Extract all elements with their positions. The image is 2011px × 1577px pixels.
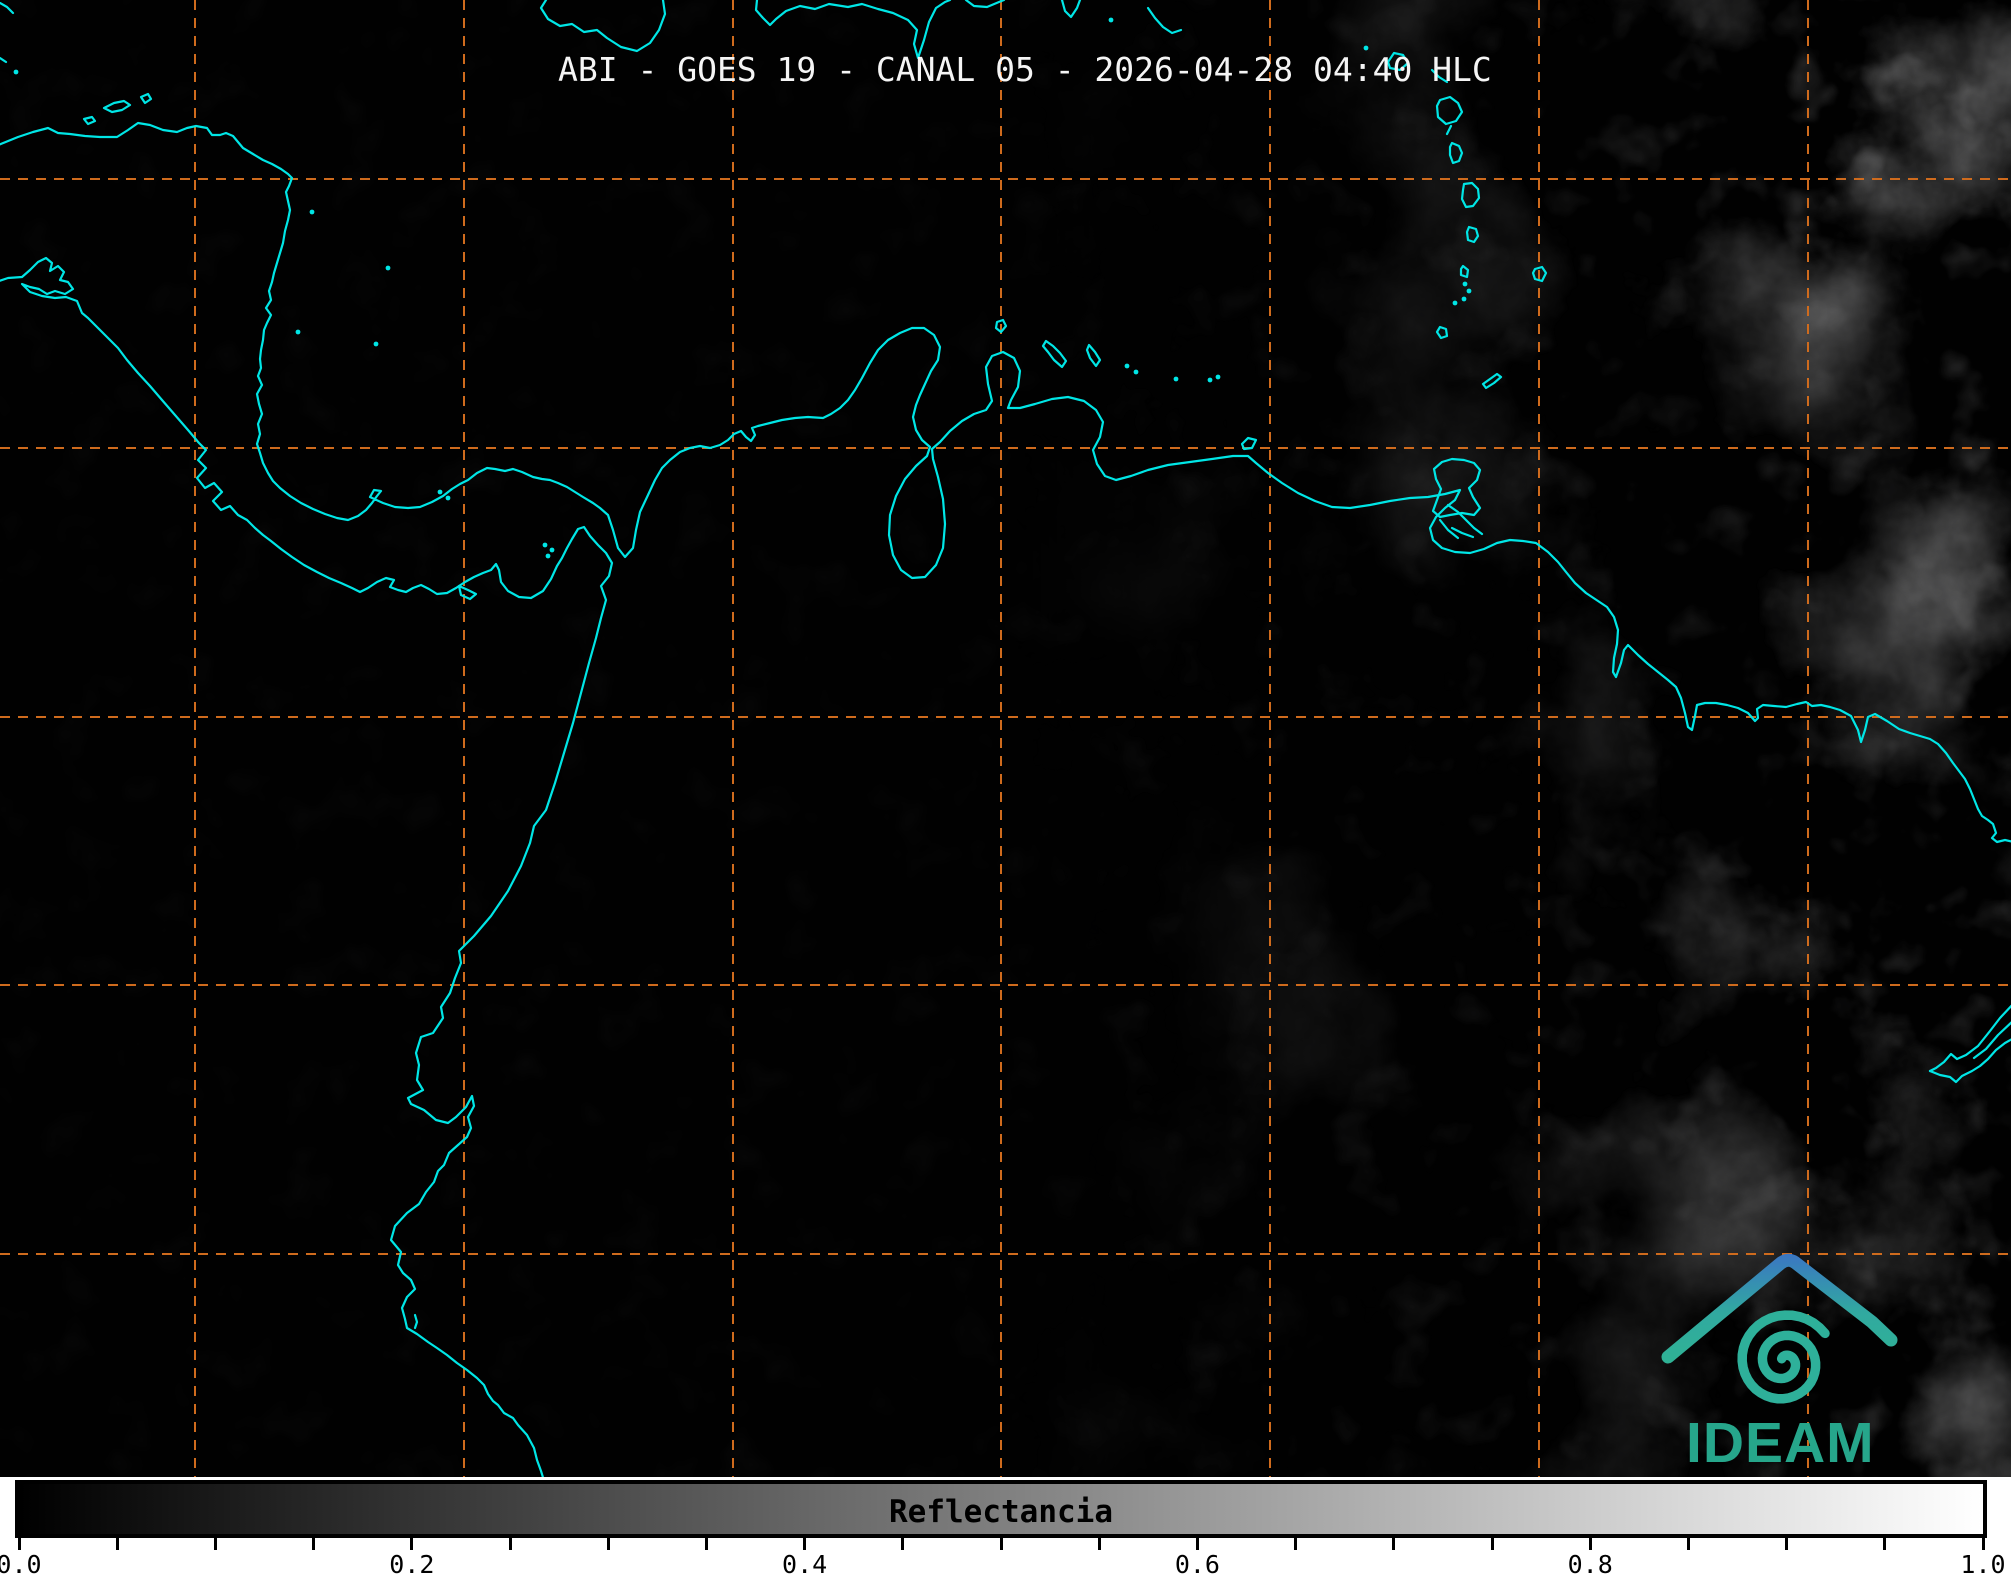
islet-dot — [373, 341, 379, 347]
colorbar-tick-label: 1.0 — [1960, 1550, 2006, 1577]
colorbar-tick — [1981, 1538, 1985, 1550]
islet-dot — [295, 329, 301, 335]
islet-dot — [549, 547, 555, 553]
islet-dot — [542, 542, 548, 548]
islet-dot — [437, 489, 443, 495]
satellite-map: ABI - GOES 19 - CANAL 05 - 2026-04-28 04… — [0, 0, 2011, 1477]
islet-dot — [385, 265, 391, 271]
islet-dot — [445, 495, 451, 501]
islet-dot — [1173, 376, 1179, 382]
satellite-image-viewer: ABI - GOES 19 - CANAL 05 - 2026-04-28 04… — [0, 0, 2011, 1577]
colorbar-tick — [1195, 1538, 1199, 1550]
colorbar-tick — [1392, 1538, 1396, 1550]
islet-dot — [1215, 374, 1221, 380]
ideam-logo-text: IDEAM — [1686, 1411, 1875, 1475]
colorbar-tick — [999, 1538, 1003, 1550]
colorbar-tick — [901, 1538, 905, 1550]
islet-dot — [1462, 281, 1468, 287]
islet-dot — [545, 553, 551, 559]
image-title: ABI - GOES 19 - CANAL 05 - 2026-04-28 04… — [558, 50, 1492, 89]
colorbar-tick — [410, 1538, 414, 1550]
islet-dot — [1207, 377, 1213, 383]
islet-dot — [1452, 300, 1458, 306]
colorbar-tick — [704, 1538, 708, 1550]
colorbar-gradient: Reflectancia — [15, 1480, 1987, 1538]
islet-dot — [13, 69, 19, 75]
colorbar-tick-label: 0.6 — [1174, 1550, 1220, 1577]
colorbar-tick-label: 0.2 — [389, 1550, 435, 1577]
colorbar-tick — [1294, 1538, 1298, 1550]
map-area: ABI - GOES 19 - CANAL 05 - 2026-04-28 04… — [0, 0, 2011, 1477]
colorbar-tick — [606, 1538, 610, 1550]
colorbar-tick-label: 0.8 — [1567, 1550, 1613, 1577]
colorbar-tick — [508, 1538, 512, 1550]
colorbar-tick — [115, 1538, 119, 1550]
colorbar-tick — [312, 1538, 316, 1550]
islet-dot — [1466, 288, 1472, 294]
colorbar-tick — [1588, 1538, 1592, 1550]
islet-dot — [1461, 296, 1467, 302]
colorbar-tick-label: 0.4 — [782, 1550, 828, 1577]
colorbar-tick — [17, 1538, 21, 1550]
islet-dot — [1133, 369, 1139, 375]
colorbar-tick — [1785, 1538, 1789, 1550]
cloud-texture — [0, 0, 2011, 1477]
colorbar-strip: Reflectancia 0.0 0.2 0.4 0.6 0.8 1.0 — [0, 1477, 2011, 1577]
colorbar-tick — [1490, 1538, 1494, 1550]
colorbar-tick — [1686, 1538, 1690, 1550]
islet-dot — [1124, 363, 1130, 369]
colorbar-tick-label: 0.0 — [0, 1550, 42, 1577]
colorbar-tick — [1883, 1538, 1887, 1550]
colorbar-tick — [1097, 1538, 1101, 1550]
colorbar-tick — [803, 1538, 807, 1550]
islet-dot — [309, 209, 315, 215]
islet-dot — [1108, 17, 1114, 23]
colorbar-tick — [213, 1538, 217, 1550]
colorbar-label: Reflectancia — [889, 1494, 1113, 1530]
